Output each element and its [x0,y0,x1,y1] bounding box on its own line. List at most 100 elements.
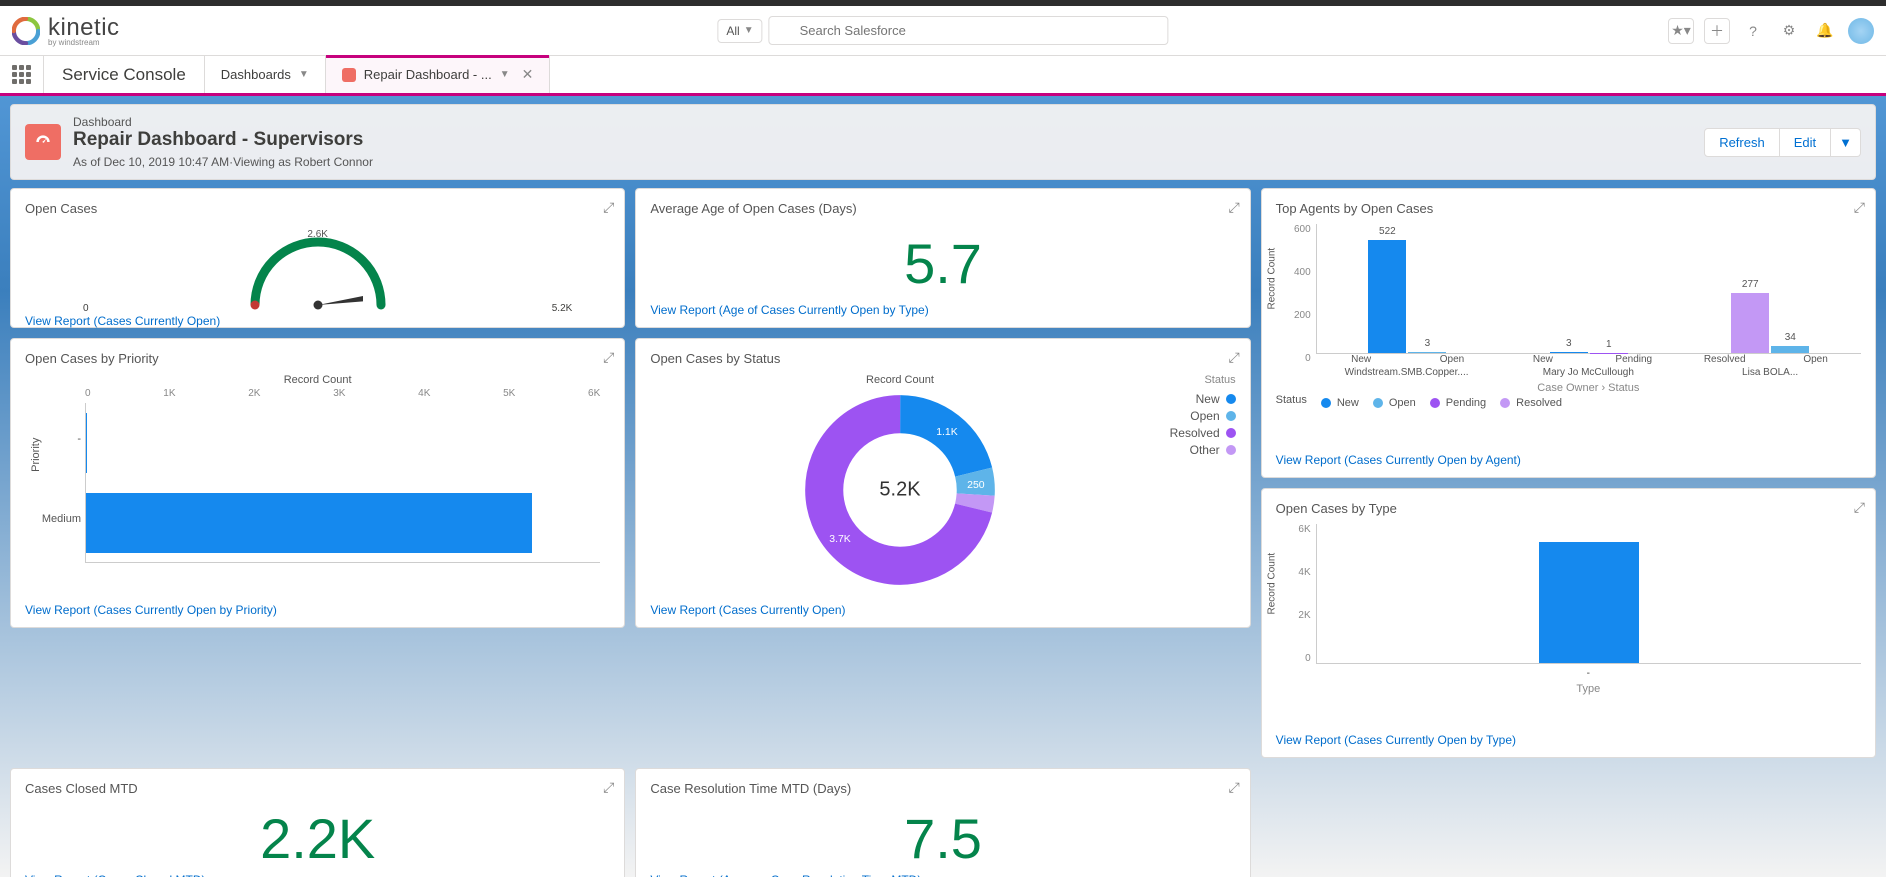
card-title: Open Cases [25,201,610,216]
search-scope-picker[interactable]: All ▼ [717,19,762,43]
expand-icon[interactable]: ⤢ [1228,779,1239,796]
app-launcher-icon[interactable] [0,56,44,93]
dashboard-tab-icon [342,68,356,82]
chevron-down-icon[interactable]: ▼ [299,69,309,80]
x-axis-label: Record Count [25,374,610,386]
gauge-min-label: 0 [83,303,89,314]
legend: Status New Open Pending Resolved [1276,394,1861,412]
card-title: Cases Closed MTD [25,781,610,796]
card-closed-mtd: Cases Closed MTD ⤢ 2.2K View Report (Cas… [10,768,625,877]
help-button[interactable]: ? [1740,18,1766,44]
type-bar-label: - [1316,668,1861,679]
nav-tab-repair-dashboard[interactable]: Repair Dashboard - ... ▼ ✕ [326,56,551,93]
view-report-link[interactable]: View Report (Cases Currently Open) [650,603,1235,617]
favorites-button[interactable]: ★▾ [1668,18,1694,44]
gauge-chart: 2.6K 0 5.2K [25,224,610,314]
priority-chart: 01K2K3K4K5K6K Priority -Medium [25,388,610,588]
more-actions-button[interactable]: ▼ [1831,128,1861,157]
page-actions: Refresh Edit ▼ [1704,128,1861,157]
nav-tab-label: Dashboards [221,67,291,82]
card-by-type: Open Cases by Type ⤢ Record Count 6K 4K … [1261,488,1876,758]
y-axis-ticks: 6K 4K 2K 0 [1276,524,1311,664]
view-report-link[interactable]: View Report (Average Case Resolution Tim… [650,873,1235,877]
axis-caption: Case Owner › Status [1316,382,1861,394]
view-report-link[interactable]: View Report (Cases Closed MTD) [25,873,610,877]
search-input[interactable] [769,16,1169,45]
page-header: Dashboard Repair Dashboard - Supervisors… [10,104,1876,180]
close-tab-icon[interactable]: ✕ [522,66,534,83]
add-button[interactable]: ＋ [1704,18,1730,44]
metric-value: 2.2K [25,804,610,873]
metric-value: 7.5 [650,804,1235,873]
expand-icon[interactable]: ⤢ [603,779,614,796]
status-donut: Record Count 1.1K2503.7K 5.2K Status New… [650,374,1235,590]
chevron-down-icon[interactable]: ▼ [500,69,510,80]
agent-bar: 277 [1731,293,1769,353]
kinetic-logo-icon [12,17,40,45]
card-title: Open Cases by Type [1276,501,1861,516]
notifications-bell-icon[interactable]: 🔔 [1812,18,1838,44]
agent-bar: 522 [1368,240,1406,353]
brand-logo: kinetic by windstream [12,14,120,47]
priority-bar [86,413,87,473]
view-report-link[interactable]: View Report (Cases Currently Open) [25,314,610,328]
expand-icon[interactable]: ⤢ [1228,199,1239,216]
chevron-down-icon: ▼ [744,25,754,36]
logo-text: kinetic [48,14,120,41]
bar-label: - [26,433,81,445]
legend-title: Status [1170,374,1236,386]
legend-title: Status [1276,394,1307,412]
view-report-link[interactable]: View Report (Cases Currently Open by Age… [1276,453,1861,467]
view-report-link[interactable]: View Report (Age of Cases Currently Open… [650,303,1235,317]
card-top-agents: Top Agents by Open Cases ⤢ Record Count … [1261,188,1876,478]
view-report-link[interactable]: View Report (Cases Currently Open by Typ… [1276,733,1861,747]
card-by-status: Open Cases by Status ⤢ Record Count 1.1K… [635,338,1250,628]
card-resolution-time: Case Resolution Time MTD (Days) ⤢ 7.5 Vi… [635,768,1250,877]
edit-button[interactable]: Edit [1780,128,1831,157]
page-title: Repair Dashboard - Supervisors [73,129,373,151]
card-title: Top Agents by Open Cases [1276,201,1861,216]
agent-bar: 3 [1408,352,1446,353]
nav-tab-dashboards[interactable]: Dashboards ▼ [205,56,326,93]
card-title: Open Cases by Status [650,351,1235,366]
top-agents-chart: Record Count 600 400 200 0 52233127734 N… [1276,224,1861,384]
priority-bar [86,493,532,553]
page-subtitle: As of Dec 10, 2019 10:47 AM·Viewing as R… [73,155,373,169]
donut-title: Record Count [650,374,1149,386]
x-axis-label: Type [1316,683,1861,695]
gauge-value-label: 2.6K [307,229,328,240]
object-label: Dashboard [73,115,373,129]
card-title: Open Cases by Priority [25,351,610,366]
search-scope-label: All [726,24,739,38]
type-chart: Record Count 6K 4K 2K 0 - Type [1276,524,1861,694]
expand-icon[interactable]: ⤢ [603,199,614,216]
card-avg-age: Average Age of Open Cases (Days) ⤢ 5.7 V… [635,188,1250,328]
avatar[interactable] [1848,18,1874,44]
refresh-button[interactable]: Refresh [1704,128,1780,157]
expand-icon[interactable]: ⤢ [1228,349,1239,366]
expand-icon[interactable]: ⤢ [1854,199,1865,216]
bar-label: Medium [26,513,81,525]
gauge-max-label: 5.2K [552,303,573,314]
y-axis-ticks: 600 400 200 0 [1276,224,1311,364]
app-name: Service Console [44,56,205,93]
app-nav-bar: Service Console Dashboards ▼ Repair Dash… [0,56,1886,96]
card-title: Case Resolution Time MTD (Days) [650,781,1235,796]
nav-tab-label: Repair Dashboard - ... [364,67,492,82]
agent-bar: 3 [1550,352,1588,353]
card-open-cases: Open Cases ⤢ 2.6K 0 5.2K View Report (Ca… [10,188,625,328]
dashboard-icon [25,124,61,160]
expand-icon[interactable]: ⤢ [603,349,614,366]
card-by-priority: Open Cases by Priority ⤢ Record Count 01… [10,338,625,628]
global-search: All ▼ 🔍 [717,16,1168,45]
expand-icon[interactable]: ⤢ [1854,499,1865,516]
metric-value: 5.7 [650,224,1235,303]
view-report-link[interactable]: View Report (Cases Currently Open by Pri… [25,603,610,617]
agent-bar: 34 [1771,346,1809,353]
global-header: kinetic by windstream All ▼ 🔍 ★▾ ＋ ? ⚙ 🔔 [0,6,1886,56]
type-bar [1539,542,1639,663]
donut-center-value: 5.2K [879,479,920,502]
card-title: Average Age of Open Cases (Days) [650,201,1235,216]
header-actions: ★▾ ＋ ? ⚙ 🔔 [1668,18,1874,44]
setup-gear-icon[interactable]: ⚙ [1776,18,1802,44]
